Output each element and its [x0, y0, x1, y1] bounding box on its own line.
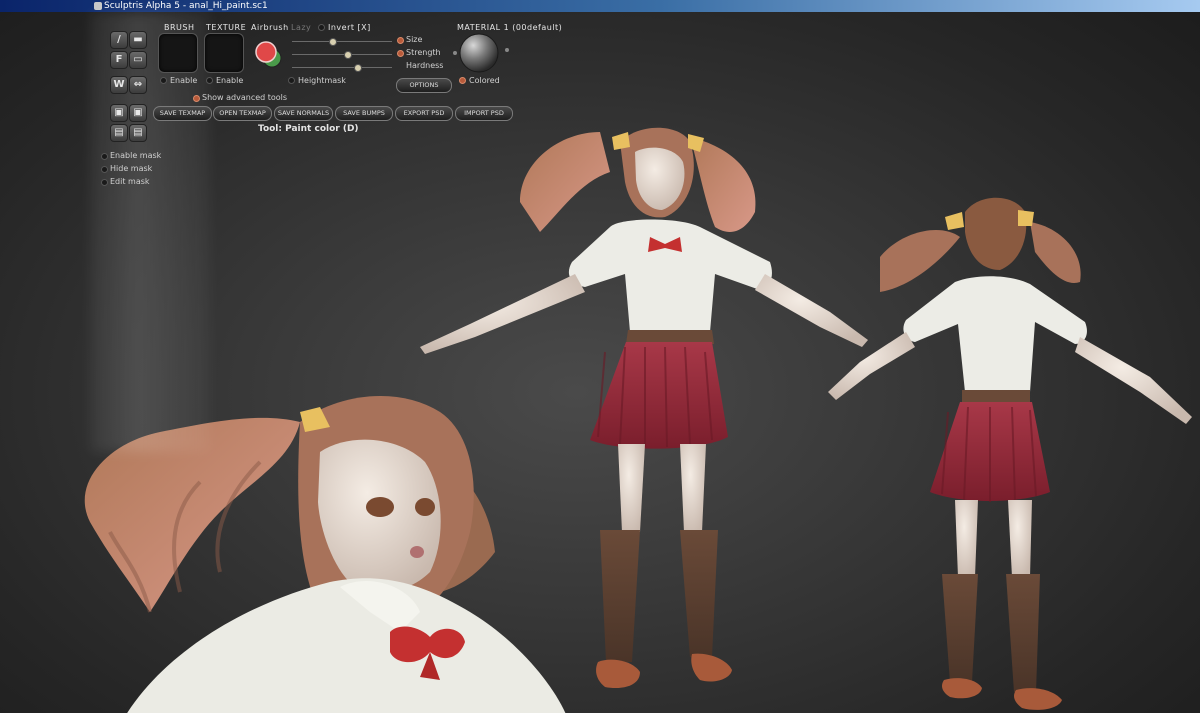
save-texmap-button[interactable]: SAVE TEXMAP — [153, 106, 212, 121]
hide-mask-toggle[interactable] — [101, 166, 108, 173]
draw-tool-button[interactable]: / — [110, 31, 128, 49]
hardness-slider-knob[interactable] — [354, 64, 362, 72]
airbrush-label[interactable]: Airbrush — [251, 23, 289, 32]
strength-slider-track[interactable] — [292, 54, 392, 55]
colored-label: Colored — [469, 76, 500, 85]
hardness-label: Hardness — [406, 61, 444, 70]
smooth-tool-icon[interactable]: ▭ — [129, 51, 147, 69]
brush-header: BRUSH — [164, 23, 195, 32]
strength-label: Strength — [406, 48, 441, 57]
edit-mask-toggle[interactable] — [101, 179, 108, 186]
lazy-label[interactable]: Lazy — [291, 23, 311, 32]
heightmask-label: Heightmask — [298, 76, 346, 85]
brush-enable-toggle[interactable] — [160, 77, 167, 84]
hide-mask-label: Hide mask — [110, 164, 153, 173]
paint-color-picker[interactable] — [254, 40, 284, 70]
material-sphere[interactable] — [452, 33, 512, 75]
texture-enable-toggle[interactable] — [206, 77, 213, 84]
crease-tool-button[interactable]: W — [110, 76, 128, 94]
options-button[interactable]: OPTIONS — [396, 78, 452, 93]
app-icon — [94, 2, 102, 10]
texture-swatch[interactable] — [204, 33, 244, 73]
enable-mask-toggle[interactable] — [101, 153, 108, 160]
size-label: Size — [406, 35, 423, 44]
scale-tool-icon[interactable]: ▤ — [110, 124, 128, 142]
invert-toggle[interactable] — [318, 24, 325, 31]
hardness-slider-track[interactable] — [292, 67, 392, 68]
pinch-tool-button[interactable]: ⇔ — [129, 76, 147, 94]
save-bumps-button[interactable]: SAVE BUMPS — [335, 106, 393, 121]
size-indicator — [397, 37, 404, 44]
export-psd-button[interactable]: EXPORT PSD — [395, 106, 453, 121]
texture-header: TEXTURE — [206, 23, 247, 32]
advanced-tools-toggle[interactable] — [193, 95, 200, 102]
inflate-tool-icon[interactable]: ▬ — [129, 31, 147, 49]
save-normals-button[interactable]: SAVE NORMALS — [274, 106, 333, 121]
strength-slider-knob[interactable] — [344, 51, 352, 59]
brush-swatch[interactable] — [158, 33, 198, 73]
model-back-view — [828, 197, 1192, 710]
invert-label: Invert [X] — [328, 23, 371, 32]
brush-enable-label: Enable — [170, 76, 198, 85]
model-front-view — [420, 127, 868, 689]
advanced-tools-label: Show advanced tools — [202, 93, 288, 102]
reduce-tool-icon[interactable]: ▤ — [129, 124, 147, 142]
window-title-bar: Sculptris Alpha 5 - anal_Hi_paint.sc1 — [0, 0, 1200, 12]
texture-enable-label: Enable — [216, 76, 244, 85]
size-slider-track[interactable] — [292, 41, 392, 42]
window-title: Sculptris Alpha 5 - anal_Hi_paint.sc1 — [104, 1, 268, 11]
import-psd-button[interactable]: IMPORT PSD — [455, 106, 513, 121]
size-slider-knob[interactable] — [329, 38, 337, 46]
strength-indicator — [397, 50, 404, 57]
edit-mask-label: Edit mask — [110, 177, 150, 186]
material-header: MATERIAL 1 (00default) — [457, 23, 563, 32]
colored-toggle[interactable] — [459, 77, 466, 84]
enable-mask-label: Enable mask — [110, 151, 162, 160]
tool-status: Tool: Paint color (D) — [258, 124, 359, 134]
open-texmap-button[interactable]: OPEN TEXMAP — [213, 106, 272, 121]
flatten-tool-button[interactable]: F — [110, 51, 128, 69]
heightmask-toggle[interactable] — [288, 77, 295, 84]
rotate-tool-icon[interactable]: ▣ — [129, 104, 147, 122]
grab-tool-icon[interactable]: ▣ — [110, 104, 128, 122]
